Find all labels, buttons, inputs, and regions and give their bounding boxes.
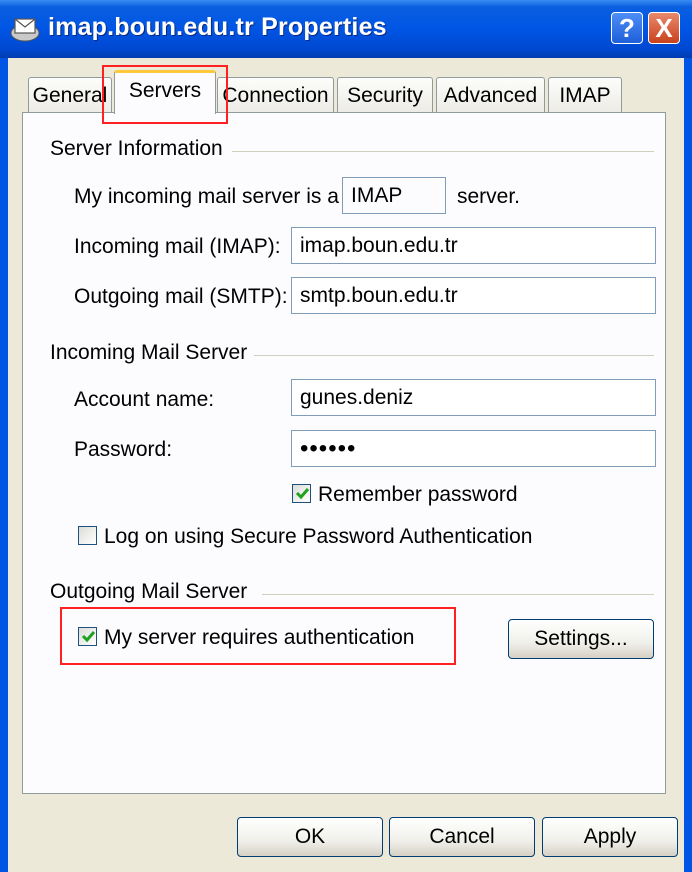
- close-button[interactable]: X: [648, 12, 680, 44]
- tab-label: General: [32, 84, 108, 107]
- requires-authentication-label: My server requires authentication: [104, 626, 415, 649]
- tab-label: Advanced: [443, 84, 538, 107]
- spa-label: Log on using Secure Password Authenticat…: [104, 525, 533, 548]
- mail-account-icon: [10, 18, 40, 42]
- server-type-field: IMAP: [342, 177, 446, 214]
- close-icon: X: [655, 13, 673, 43]
- checkmark-icon: [295, 488, 310, 500]
- tab-security[interactable]: Security: [337, 77, 433, 113]
- title-bar[interactable]: imap.boun.edu.tr Properties ? X: [0, 0, 692, 58]
- group-divider: [254, 355, 654, 356]
- window-frame-left: [0, 58, 8, 872]
- help-icon: ?: [619, 13, 635, 43]
- outgoing-mail-server-group-label: Outgoing Mail Server: [50, 580, 248, 603]
- password-input[interactable]: ••••••: [291, 430, 656, 467]
- outgoing-mail-input[interactable]: smtp.boun.edu.tr: [291, 277, 656, 314]
- window-title: imap.boun.edu.tr Properties: [48, 13, 387, 41]
- tab-connection[interactable]: Connection: [217, 77, 334, 113]
- tab-label: Servers: [128, 79, 202, 102]
- outgoing-mail-label: Outgoing mail (SMTP):: [74, 285, 288, 308]
- incoming-mail-label: Incoming mail (IMAP):: [74, 235, 281, 258]
- tab-imap[interactable]: IMAP: [548, 77, 622, 113]
- spa-checkbox[interactable]: [78, 526, 97, 545]
- incoming-mail-server-group-label: Incoming Mail Server: [50, 341, 248, 364]
- checkmark-icon: [81, 631, 96, 643]
- server-information-group-label: Server Information: [50, 137, 223, 160]
- incoming-mail-input[interactable]: imap.boun.edu.tr: [291, 227, 656, 264]
- window-frame-right: [684, 58, 692, 872]
- account-name-input[interactable]: gunes.deniz: [291, 379, 656, 416]
- account-name-label: Account name:: [74, 388, 215, 411]
- remember-password-checkbox[interactable]: [292, 484, 311, 503]
- password-label: Password:: [74, 438, 173, 461]
- incoming-server-type-prefix: My incoming mail server is a: [74, 185, 339, 208]
- tab-label: IMAP: [559, 84, 611, 107]
- group-divider: [262, 594, 654, 595]
- apply-button[interactable]: Apply: [542, 817, 678, 857]
- properties-dialog: imap.boun.edu.tr Properties ? X General …: [0, 0, 692, 872]
- tab-advanced[interactable]: Advanced: [436, 77, 545, 113]
- incoming-server-type-suffix: server.: [457, 185, 521, 208]
- remember-password-label: Remember password: [318, 483, 518, 506]
- settings-button[interactable]: Settings...: [508, 619, 654, 659]
- tab-general[interactable]: General: [28, 77, 112, 113]
- tab-label: Security: [347, 84, 423, 107]
- help-button[interactable]: ?: [611, 12, 643, 44]
- tab-label: Connection: [222, 84, 329, 107]
- requires-authentication-checkbox[interactable]: [78, 627, 97, 646]
- cancel-button[interactable]: Cancel: [389, 817, 535, 857]
- group-divider: [232, 151, 654, 152]
- tab-servers[interactable]: Servers: [114, 70, 216, 114]
- ok-button[interactable]: OK: [237, 817, 383, 857]
